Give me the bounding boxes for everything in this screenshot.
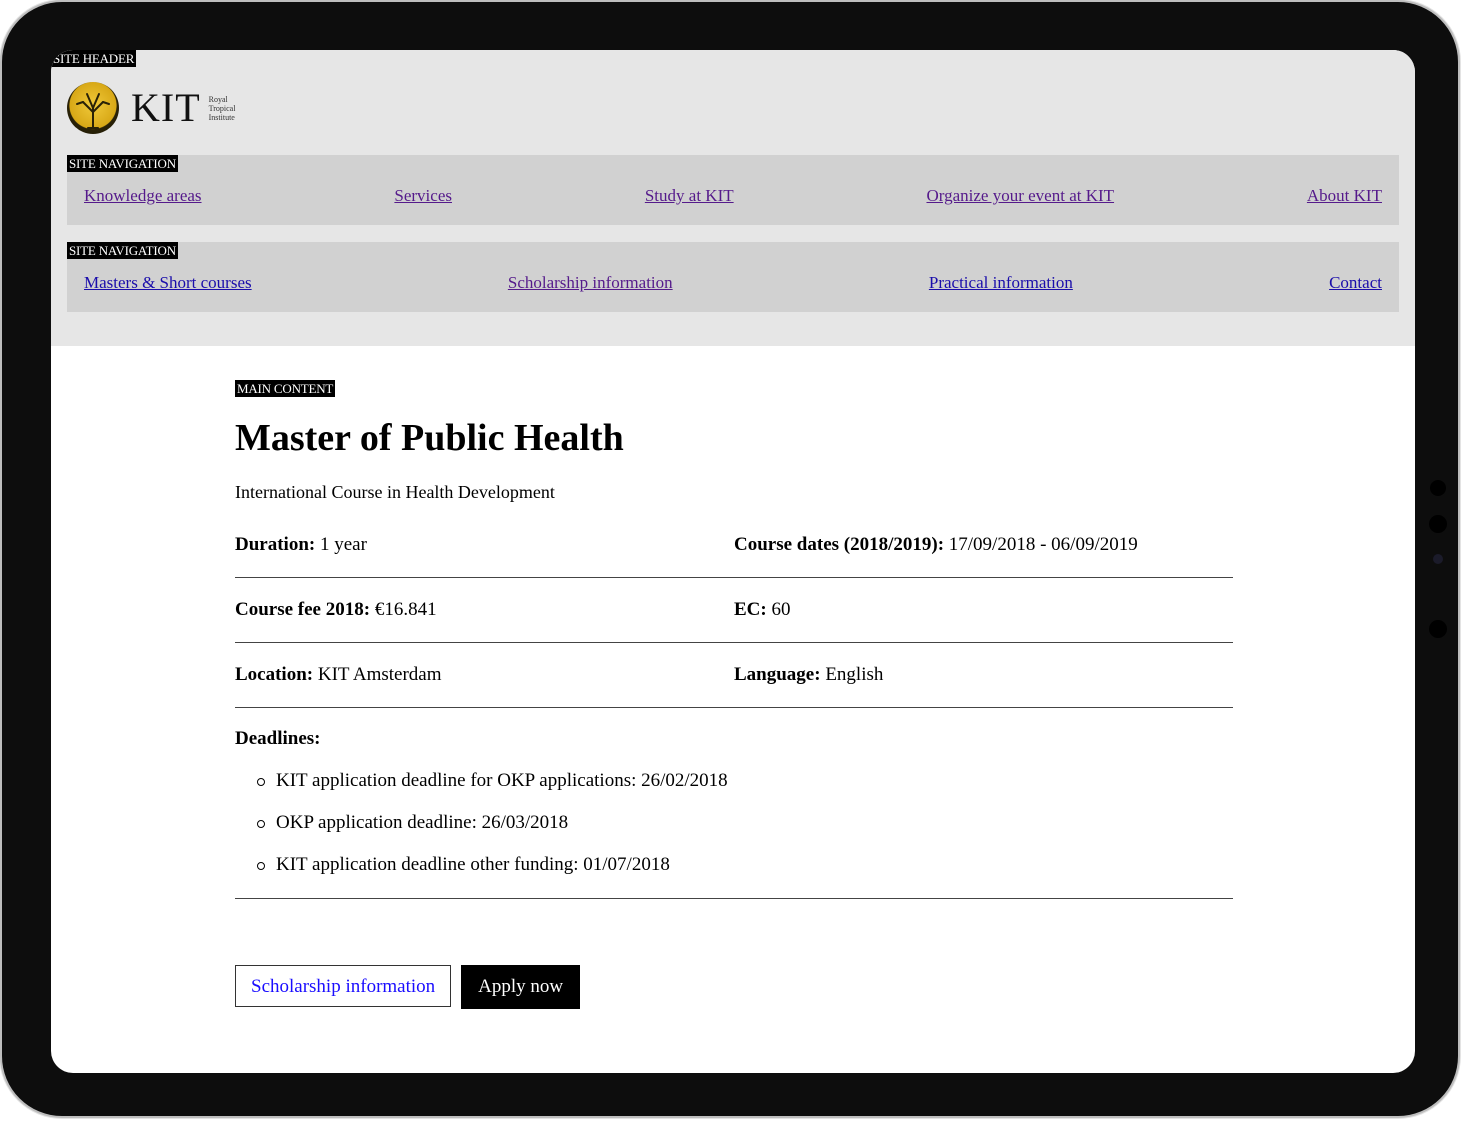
side-sensor-dot	[1429, 515, 1447, 533]
deadlines-title: Deadlines:	[235, 728, 321, 749]
detail-location: Location: KIT Amsterdam	[235, 664, 734, 686]
course-details-row: Duration: 1 year Course dates (2018/2019…	[235, 513, 1233, 578]
detail-ec: EC: 60	[734, 599, 1233, 621]
logo-subtitle-line: Institute	[208, 112, 235, 122]
logo-subtitle: Royal Tropical Institute	[209, 95, 236, 122]
detail-value: KIT Amsterdam	[317, 664, 442, 685]
nav-link-contact[interactable]: Contact	[1329, 273, 1382, 293]
nav-link-organize-event[interactable]: Organize your event at KIT	[926, 186, 1114, 206]
nav-link-study-at-kit[interactable]: Study at KIT	[645, 186, 734, 206]
action-buttons: Scholarship information Apply now	[235, 965, 1233, 1009]
nav-link-scholarship-information[interactable]: Scholarship information	[508, 273, 673, 293]
course-details-row: Course fee 2018: €16.841 EC: 60	[235, 578, 1233, 643]
tablet-frame: SITE HEADER KIT Royal Tropical Institute…	[2, 2, 1458, 1116]
detail-label: Course fee 2018:	[235, 599, 371, 620]
nav-link-masters-short-courses[interactable]: Masters & Short courses	[84, 273, 252, 293]
detail-label: Course dates (2018/2019):	[734, 534, 945, 555]
nav-link-about-kit[interactable]: About KIT	[1307, 186, 1382, 206]
side-sensor-dot	[1429, 620, 1447, 638]
side-sensor-dot	[1430, 480, 1446, 496]
logo-subtitle-line: Tropical	[208, 103, 236, 113]
detail-course-dates: Course dates (2018/2019): 17/09/2018 - 0…	[734, 534, 1233, 556]
detail-label: Language:	[734, 664, 821, 685]
list-item: OKP application deadline: 26/03/2018	[257, 802, 1233, 844]
main-content: MAIN CONTENT Master of Public Health Int…	[235, 380, 1233, 1009]
tree-logo-icon	[67, 82, 119, 134]
apply-now-button[interactable]: Apply now	[461, 965, 581, 1009]
kit-logo[interactable]: KIT Royal Tropical Institute	[67, 82, 235, 134]
list-item: KIT application deadline other funding: …	[257, 844, 1233, 886]
secondary-nav-label: SITE NAVIGATION	[67, 242, 178, 259]
logo-subtitle-line: Royal	[208, 94, 228, 104]
secondary-navigation: SITE NAVIGATION Masters & Short courses …	[67, 242, 1399, 312]
page-subtitle: International Course in Health Developme…	[235, 482, 555, 502]
detail-language: Language: English	[734, 664, 1233, 686]
detail-label: EC:	[734, 599, 767, 620]
course-details-row: Location: KIT Amsterdam Language: Englis…	[235, 643, 1233, 708]
deadlines-section: Deadlines: KIT application deadline for …	[235, 728, 1233, 899]
tablet-screen: SITE HEADER KIT Royal Tropical Institute…	[51, 50, 1415, 1073]
deadlines-list: KIT application deadline for OKP applica…	[235, 760, 1233, 886]
scholarship-information-button[interactable]: Scholarship information	[235, 965, 452, 1007]
page-title: Master of Public Health	[235, 417, 624, 459]
primary-nav-label: SITE NAVIGATION	[67, 155, 178, 172]
logo-wordmark: KIT	[131, 85, 201, 130]
detail-value: 60	[771, 599, 791, 620]
detail-value: 1 year	[319, 534, 367, 555]
nav-link-practical-information[interactable]: Practical information	[929, 273, 1073, 293]
detail-course-fee: Course fee 2018: €16.841	[235, 599, 734, 621]
nav-link-knowledge-areas[interactable]: Knowledge areas	[84, 186, 202, 206]
detail-value: 17/09/2018 - 06/09/2019	[948, 534, 1138, 555]
detail-label: Duration:	[235, 534, 316, 555]
side-camera-dot	[1433, 554, 1443, 564]
main-content-label: MAIN CONTENT	[235, 380, 336, 397]
detail-value: €16.841	[374, 599, 437, 620]
site-header-label: SITE HEADER	[51, 50, 137, 67]
detail-duration: Duration: 1 year	[235, 534, 734, 556]
site-header: SITE HEADER KIT Royal Tropical Institute…	[51, 50, 1415, 346]
nav-link-services[interactable]: Services	[394, 186, 452, 206]
primary-navigation: SITE NAVIGATION Knowledge areas Services…	[67, 155, 1399, 225]
list-item: KIT application deadline for OKP applica…	[257, 760, 1233, 802]
detail-value: English	[825, 664, 884, 685]
detail-label: Location:	[235, 664, 314, 685]
